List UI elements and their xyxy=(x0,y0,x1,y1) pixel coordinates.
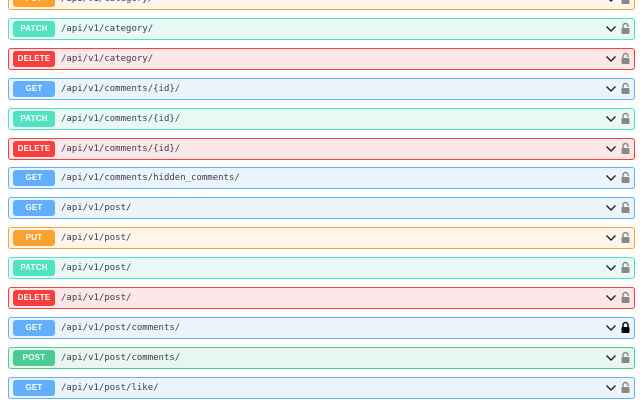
chevron-down-icon[interactable] xyxy=(605,263,617,273)
chevron-down-icon[interactable] xyxy=(605,383,617,393)
operation-row-delete[interactable]: DELETE/api/v1/comments/{id}/ xyxy=(8,137,635,160)
lock-icon[interactable] xyxy=(620,112,631,125)
method-badge: PATCH xyxy=(13,110,55,127)
operations-list: PUT/api/v1/category/PATCH/api/v1/categor… xyxy=(0,0,640,400)
operation-row-get[interactable]: GET/api/v1/comments/hidden_comments/ xyxy=(8,167,635,190)
chevron-down-icon[interactable] xyxy=(605,293,617,303)
endpoint-path: /api/v1/post/ xyxy=(61,203,132,214)
chevron-down-icon[interactable] xyxy=(605,0,617,4)
endpoint-path: /api/v1/category/ xyxy=(61,0,153,9)
endpoint-path: /api/v1/post/ xyxy=(61,233,132,244)
lock-icon[interactable] xyxy=(620,82,631,95)
endpoint-path: /api/v1/comments/{id}/ xyxy=(61,83,181,94)
endpoint-path: /api/v1/comments/{id}/ xyxy=(61,113,181,124)
operation-row-patch[interactable]: PATCH/api/v1/comments/{id}/ xyxy=(8,107,635,130)
chevron-down-icon[interactable] xyxy=(605,114,617,124)
lock-icon[interactable] xyxy=(620,201,631,214)
method-badge: DELETE xyxy=(13,50,55,67)
operation-row-put[interactable]: PUT/api/v1/category/ xyxy=(8,0,635,10)
lock-icon[interactable] xyxy=(620,261,631,274)
chevron-down-icon[interactable] xyxy=(605,24,617,34)
operation-row-put[interactable]: PUT/api/v1/post/ xyxy=(8,227,635,250)
operation-row-delete[interactable]: DELETE/api/v1/category/ xyxy=(8,47,635,70)
method-badge: GET xyxy=(13,200,55,217)
chevron-down-icon[interactable] xyxy=(605,323,617,333)
method-badge: GET xyxy=(13,319,55,336)
chevron-down-icon[interactable] xyxy=(605,233,617,243)
lock-icon[interactable] xyxy=(620,291,631,304)
endpoint-path: /api/v1/comments/hidden_comments/ xyxy=(61,173,240,184)
lock-icon[interactable] xyxy=(620,52,631,65)
operation-row-get[interactable]: GET/api/v1/comments/{id}/ xyxy=(8,77,635,100)
endpoint-path: /api/v1/category/ xyxy=(61,23,154,34)
chevron-down-icon[interactable] xyxy=(605,203,617,213)
operation-row-get[interactable]: GET/api/v1/post/like/ xyxy=(8,376,635,399)
lock-icon[interactable] xyxy=(620,321,631,334)
lock-icon[interactable] xyxy=(620,171,631,184)
chevron-down-icon[interactable] xyxy=(605,353,617,363)
method-badge: PUT xyxy=(13,230,55,247)
endpoint-path: /api/v1/post/comments/ xyxy=(61,322,181,333)
operation-row-post[interactable]: POST/api/v1/post/comments/ xyxy=(8,346,635,369)
method-badge: GET xyxy=(13,379,55,396)
method-badge: DELETE xyxy=(13,140,55,157)
lock-icon[interactable] xyxy=(620,142,631,155)
operation-row-get[interactable]: GET/api/v1/post/comments/ xyxy=(8,316,635,339)
method-badge: GET xyxy=(13,170,55,187)
operation-row-patch[interactable]: PATCH/api/v1/post/ xyxy=(8,257,635,280)
lock-icon[interactable] xyxy=(620,231,631,244)
lock-icon[interactable] xyxy=(620,351,631,364)
endpoint-path: /api/v1/post/comments/ xyxy=(61,352,181,363)
lock-icon[interactable] xyxy=(620,0,631,5)
operation-row-patch[interactable]: PATCH/api/v1/category/ xyxy=(8,17,635,40)
endpoint-path: /api/v1/post/ xyxy=(61,263,132,274)
method-badge: PATCH xyxy=(13,20,55,37)
endpoint-path: /api/v1/category/ xyxy=(61,53,154,64)
lock-icon[interactable] xyxy=(620,381,631,394)
method-badge: PUT xyxy=(13,0,55,7)
chevron-down-icon[interactable] xyxy=(605,173,617,183)
lock-icon[interactable] xyxy=(620,22,631,35)
endpoint-path: /api/v1/comments/{id}/ xyxy=(61,143,181,154)
operation-row-delete[interactable]: DELETE/api/v1/post/ xyxy=(8,287,635,309)
operation-row-get[interactable]: GET/api/v1/post/ xyxy=(8,197,635,220)
chevron-down-icon[interactable] xyxy=(605,54,617,64)
chevron-down-icon[interactable] xyxy=(605,84,617,94)
chevron-down-icon[interactable] xyxy=(605,144,617,154)
method-badge: GET xyxy=(13,80,55,97)
method-badge: DELETE xyxy=(13,290,55,306)
endpoint-path: /api/v1/post/like/ xyxy=(61,382,159,393)
method-badge: PATCH xyxy=(13,260,55,277)
method-badge: POST xyxy=(13,349,55,366)
endpoint-path: /api/v1/post/ xyxy=(61,293,132,303)
